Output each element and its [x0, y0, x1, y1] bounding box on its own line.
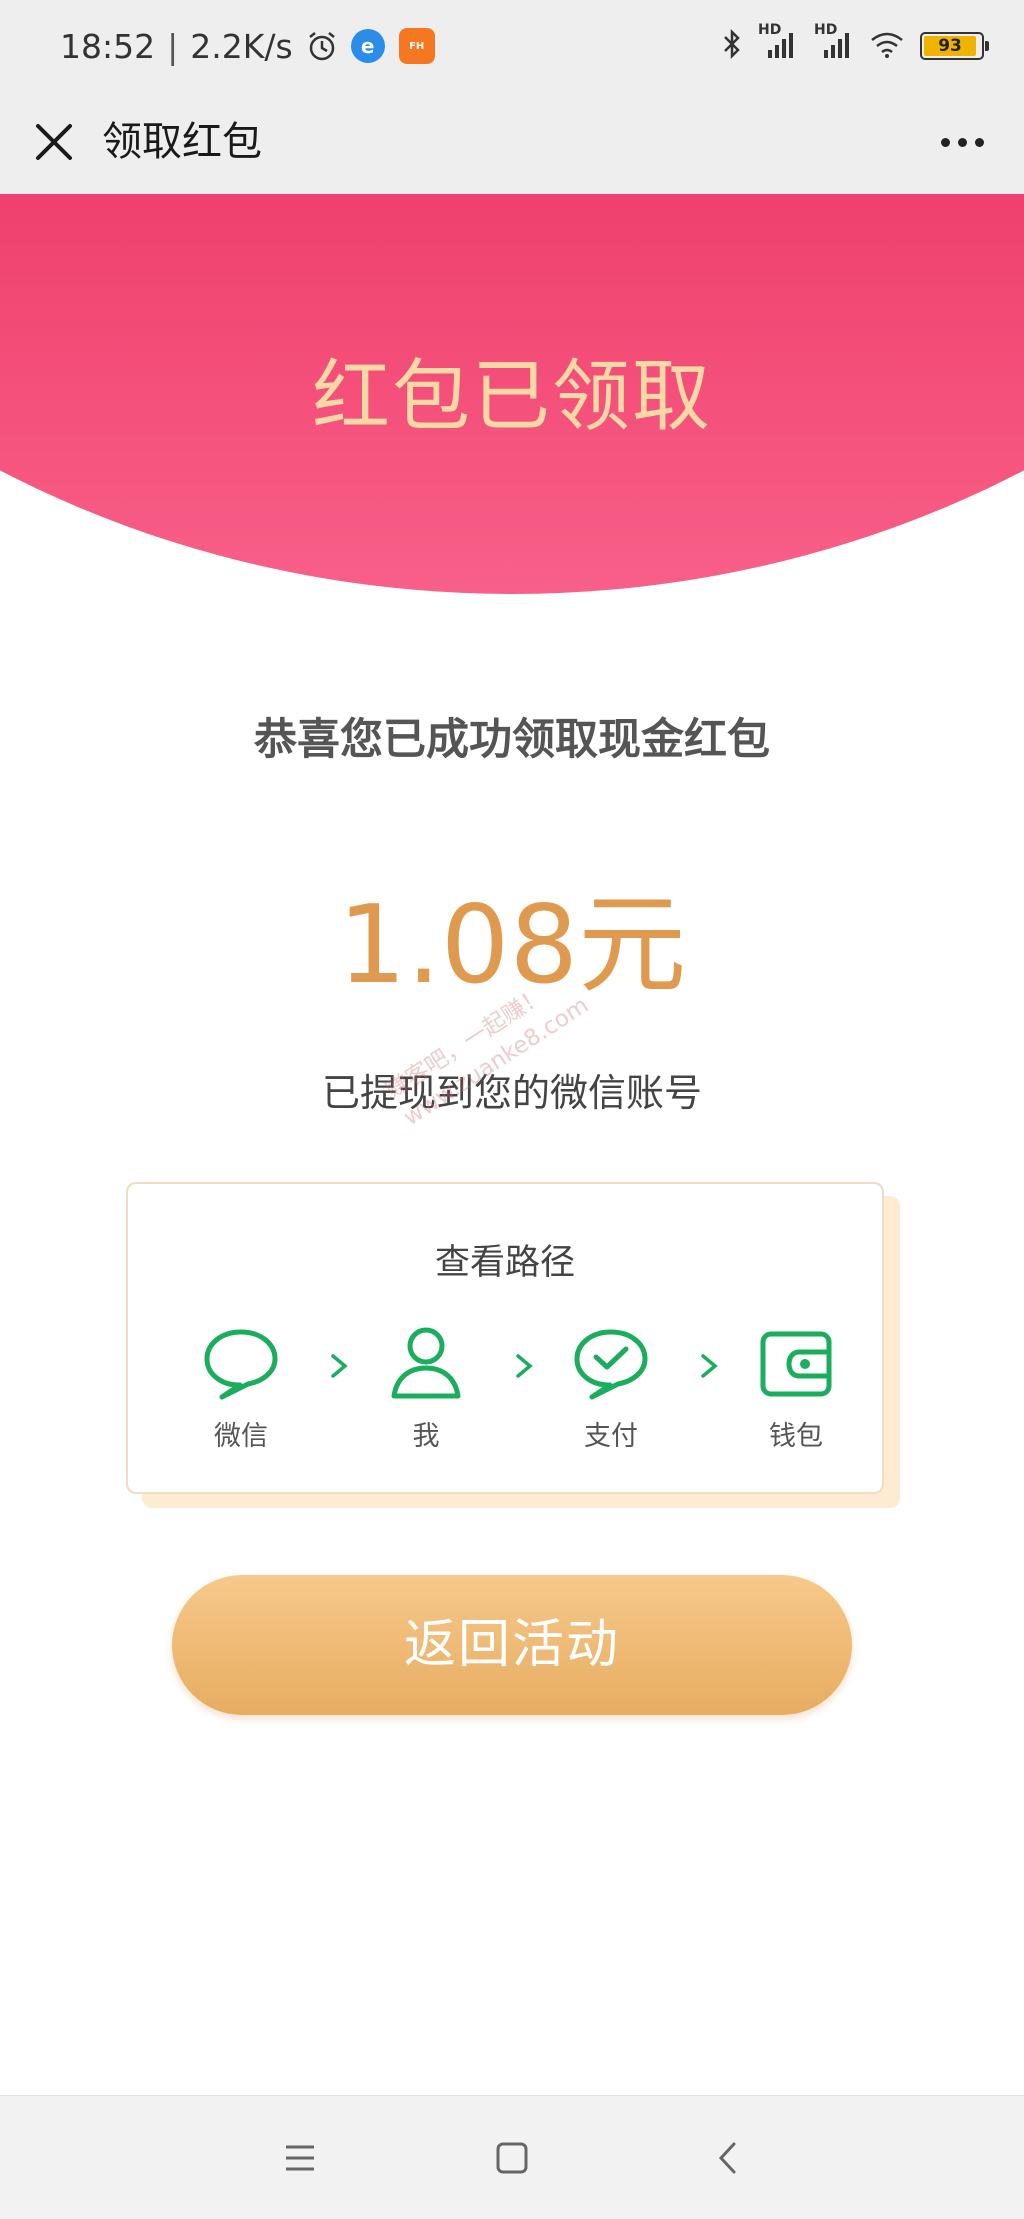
path-step-wechat: 微信	[186, 1324, 296, 1453]
menu-icon	[286, 2145, 314, 2171]
network-speed: 2.2K/s	[190, 26, 293, 66]
app-badge-browser: e	[350, 29, 385, 63]
return-to-activity-button[interactable]: 返回活动	[172, 1575, 852, 1715]
path-card: 查看路径 微信 我 支付 钱包	[126, 1182, 884, 1494]
path-step-label: 我	[412, 1421, 440, 1452]
user-icon	[391, 1327, 461, 1399]
status-time: 18:52	[60, 26, 156, 66]
signal-label-hd: HD	[758, 22, 782, 38]
close-icon	[36, 124, 72, 160]
more-icon-dot	[957, 137, 967, 147]
path-step-me: 我	[371, 1324, 481, 1453]
app-badge-orange: FH	[398, 28, 435, 64]
status-left: 18:52 | 2.2K/s e FH	[60, 22, 435, 70]
wallet-icon	[760, 1331, 832, 1397]
congrats-message: 恭喜您已成功领取现金红包	[254, 715, 770, 765]
app-notification-icon: e	[350, 29, 385, 63]
header-banner: 红包已领取	[0, 194, 1024, 594]
close-button[interactable]	[22, 110, 86, 174]
path-step-label: 钱包	[769, 1421, 823, 1452]
more-icon-dot	[974, 137, 984, 147]
chat-bubble-icon	[204, 1329, 278, 1400]
more-icon-dot	[940, 137, 950, 147]
status-bar: 18:52 | 2.2K/s e FH HD HD 93	[0, 0, 1024, 90]
signal-icon: HD	[758, 22, 798, 64]
bluetooth-icon	[722, 28, 742, 64]
status-right: HD HD 93	[722, 22, 989, 70]
nav-bar: 领取红包	[0, 90, 1024, 194]
path-step-pay: 支付	[556, 1324, 666, 1453]
system-nav-bar	[0, 2095, 1024, 2219]
more-button[interactable]	[920, 112, 1004, 172]
home-button[interactable]	[482, 2128, 542, 2188]
home-icon	[496, 2142, 528, 2174]
signal-label-hd-2: HD	[814, 22, 838, 38]
payment-check-icon	[574, 1329, 648, 1400]
wifi-icon	[870, 29, 904, 63]
back-icon	[718, 2142, 736, 2174]
battery-icon: 93	[920, 32, 989, 60]
status-separator: |	[167, 26, 179, 66]
menu-button[interactable]	[270, 2128, 330, 2188]
signal-icon-2: HD	[814, 22, 854, 64]
path-step-label: 支付	[584, 1421, 638, 1452]
red-packet-amount: 1.08元	[337, 883, 687, 1008]
header-title: 红包已领取	[311, 352, 712, 442]
app-notification-icon-2: FH	[398, 28, 435, 64]
chevron-right-icon	[701, 1354, 718, 1378]
path-step-wallet: 钱包	[741, 1324, 851, 1453]
page-title: 领取红包	[102, 119, 262, 165]
battery-level: 93	[924, 36, 977, 56]
back-button[interactable]	[698, 2128, 758, 2188]
chevron-right-icon	[516, 1354, 533, 1378]
path-step-label: 微信	[214, 1421, 268, 1452]
path-card-title: 查看路径	[434, 1243, 575, 1283]
alarm-clock-icon	[307, 30, 337, 62]
chevron-right-icon	[331, 1354, 348, 1378]
